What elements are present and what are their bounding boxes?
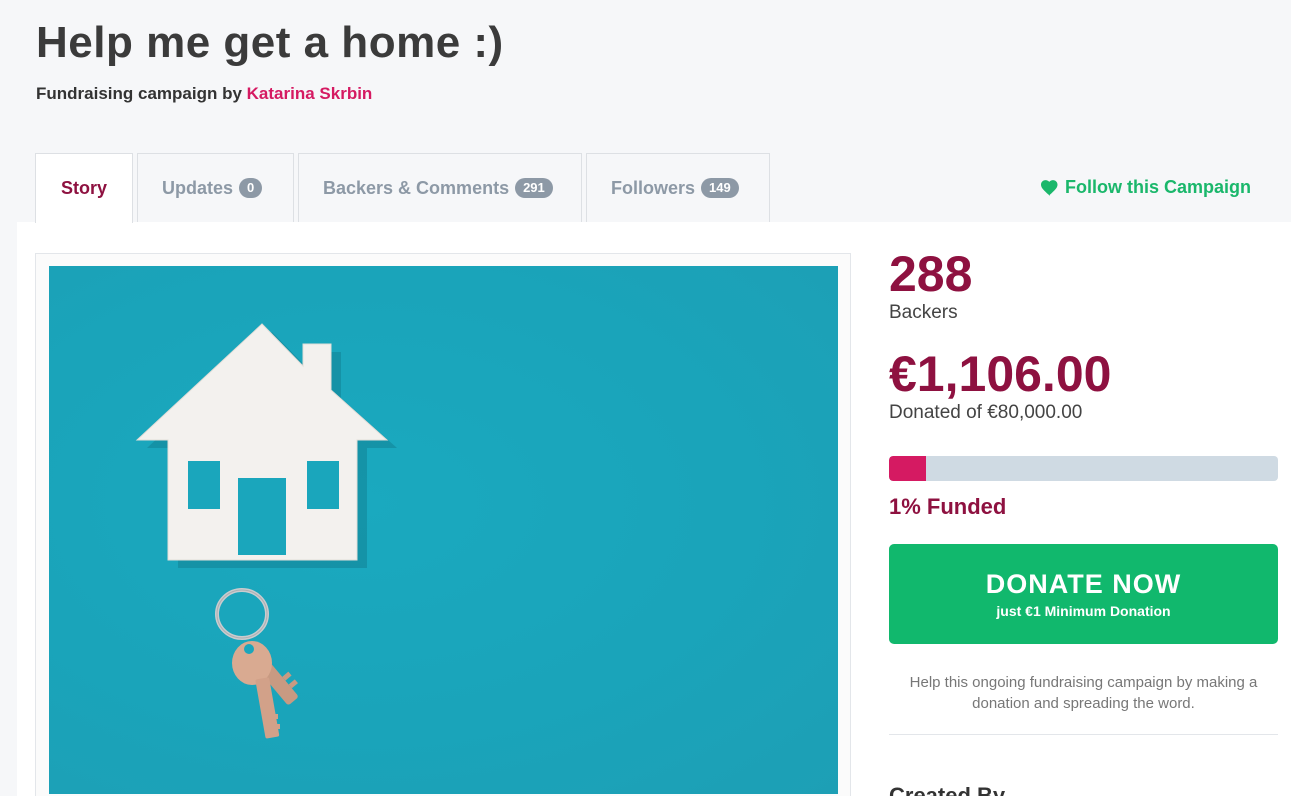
goal-text: Donated of €80,000.00 — [889, 402, 1083, 423]
backers-label: Backers — [889, 302, 958, 323]
funded-percent: 1% Funded — [889, 494, 1007, 519]
help-text: Help this ongoing fundraising campaign b… — [909, 674, 1258, 712]
heart-icon — [1041, 179, 1058, 196]
campaign-title: Help me get a home :) — [36, 18, 504, 67]
follow-campaign-button[interactable]: Follow this Campaign — [1041, 177, 1251, 198]
tab-story-label: Story — [60, 178, 107, 198]
follow-label: Follow this Campaign — [1065, 177, 1252, 197]
campaign-image-frame — [35, 253, 851, 796]
tab-backers-label: Backers & Comments — [323, 177, 510, 198]
house-and-keys-illustration — [135, 323, 397, 739]
created-by-heading: Created By — [889, 783, 1006, 796]
divider — [889, 734, 1278, 735]
campaign-stats: 288 Backers €1,106.00 Donated of €80,000… — [889, 246, 1279, 796]
updates-count-badge: 0 — [239, 178, 263, 198]
tab-followers[interactable]: Followers 149 — [586, 153, 770, 222]
tab-updates[interactable]: Updates 0 — [137, 153, 294, 222]
donate-label: DONATE NOW — [985, 569, 1182, 599]
campaign-tabs: Story Updates 0 Backers & Comments 291 F… — [35, 153, 774, 223]
tab-story[interactable]: Story — [35, 153, 133, 223]
campaign-subtitle: Fundraising campaign by Katarina Skrbin — [36, 84, 504, 104]
followers-count-badge: 149 — [701, 178, 739, 198]
subtitle-prefix: Fundraising campaign by — [36, 84, 242, 103]
campaign-image — [49, 266, 838, 794]
author-link[interactable]: Katarina Skrbin — [247, 84, 373, 103]
tab-updates-label: Updates — [162, 177, 234, 198]
backers-count-badge: 291 — [515, 178, 553, 198]
backers-count: 288 — [889, 246, 973, 302]
funding-progress-bar — [889, 456, 1278, 481]
donate-sublabel: just €1 Minimum Donation — [996, 603, 1171, 619]
tab-backers-comments[interactable]: Backers & Comments 291 — [298, 153, 582, 222]
donate-now-button[interactable]: DONATE NOW just €1 Minimum Donation — [889, 544, 1278, 644]
campaign-header: Help me get a home :) Fundraising campai… — [36, 18, 504, 104]
amount-raised: €1,106.00 — [889, 346, 1112, 402]
funding-progress-fill — [889, 456, 926, 481]
tab-followers-label: Followers — [611, 177, 696, 198]
